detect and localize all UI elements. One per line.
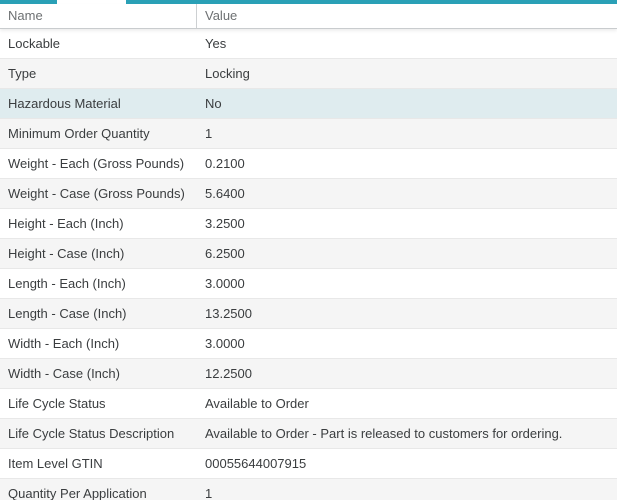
table-row[interactable]: Life Cycle StatusAvailable to Order — [0, 389, 617, 419]
attribute-value-cell: Available to Order - Part is released to… — [197, 426, 617, 441]
table-row[interactable]: Item Level GTIN00055644007915 — [0, 449, 617, 479]
table-row[interactable]: Width - Each (Inch)3.0000 — [0, 329, 617, 359]
table-row[interactable]: Minimum Order Quantity1 — [0, 119, 617, 149]
table-header: Name Value — [0, 4, 617, 29]
table-row[interactable]: Width - Case (Inch)12.2500 — [0, 359, 617, 389]
table-row[interactable]: Length - Case (Inch)13.2500 — [0, 299, 617, 329]
table-row[interactable]: Hazardous MaterialNo — [0, 89, 617, 119]
attribute-name-cell: Width - Case (Inch) — [0, 366, 197, 381]
attribute-value-cell: 5.6400 — [197, 186, 617, 201]
attribute-value-cell: 1 — [197, 126, 617, 141]
attribute-value-cell: No — [197, 96, 617, 111]
attribute-name-cell: Life Cycle Status — [0, 396, 197, 411]
attribute-name-cell: Item Level GTIN — [0, 456, 197, 471]
attribute-value-cell: Available to Order — [197, 396, 617, 411]
table-body: LockableYesTypeLockingHazardous Material… — [0, 29, 617, 500]
table-row[interactable]: Length - Each (Inch)3.0000 — [0, 269, 617, 299]
attribute-name-cell: Length - Each (Inch) — [0, 276, 197, 291]
column-header-value[interactable]: Value — [197, 4, 617, 28]
attribute-value-cell: 12.2500 — [197, 366, 617, 381]
attribute-name-cell: Quantity Per Application — [0, 486, 197, 500]
attribute-name-cell: Hazardous Material — [0, 96, 197, 111]
attribute-name-cell: Height - Case (Inch) — [0, 246, 197, 261]
attribute-value-cell: 13.2500 — [197, 306, 617, 321]
table-row[interactable]: Height - Case (Inch)6.2500 — [0, 239, 617, 269]
attribute-name-cell: Type — [0, 66, 197, 81]
attribute-name-cell: Weight - Case (Gross Pounds) — [0, 186, 197, 201]
attribute-value-cell: 3.2500 — [197, 216, 617, 231]
table-row[interactable]: LockableYes — [0, 29, 617, 59]
attribute-value-cell: 3.0000 — [197, 336, 617, 351]
attribute-name-cell: Height - Each (Inch) — [0, 216, 197, 231]
attribute-name-cell: Length - Case (Inch) — [0, 306, 197, 321]
attribute-value-cell: 0.2100 — [197, 156, 617, 171]
attribute-name-cell: Minimum Order Quantity — [0, 126, 197, 141]
table-row[interactable]: Weight - Each (Gross Pounds)0.2100 — [0, 149, 617, 179]
attribute-name-cell: Weight - Each (Gross Pounds) — [0, 156, 197, 171]
column-header-name[interactable]: Name — [0, 4, 197, 28]
attribute-value-cell: Locking — [197, 66, 617, 81]
attribute-value-cell: 1 — [197, 486, 617, 500]
attribute-name-cell: Width - Each (Inch) — [0, 336, 197, 351]
table-row[interactable]: Height - Each (Inch)3.2500 — [0, 209, 617, 239]
attribute-value-cell: Yes — [197, 36, 617, 51]
attribute-name-cell: Life Cycle Status Description — [0, 426, 197, 441]
attribute-value-cell: 3.0000 — [197, 276, 617, 291]
table-row[interactable]: Weight - Case (Gross Pounds)5.6400 — [0, 179, 617, 209]
table-row[interactable]: Life Cycle Status DescriptionAvailable t… — [0, 419, 617, 449]
attribute-name-cell: Lockable — [0, 36, 197, 51]
attribute-value-cell: 00055644007915 — [197, 456, 617, 471]
attribute-value-cell: 6.2500 — [197, 246, 617, 261]
attributes-panel: Name Value LockableYesTypeLockingHazardo… — [0, 0, 617, 500]
table-row[interactable]: Quantity Per Application1 — [0, 479, 617, 500]
table-row[interactable]: TypeLocking — [0, 59, 617, 89]
